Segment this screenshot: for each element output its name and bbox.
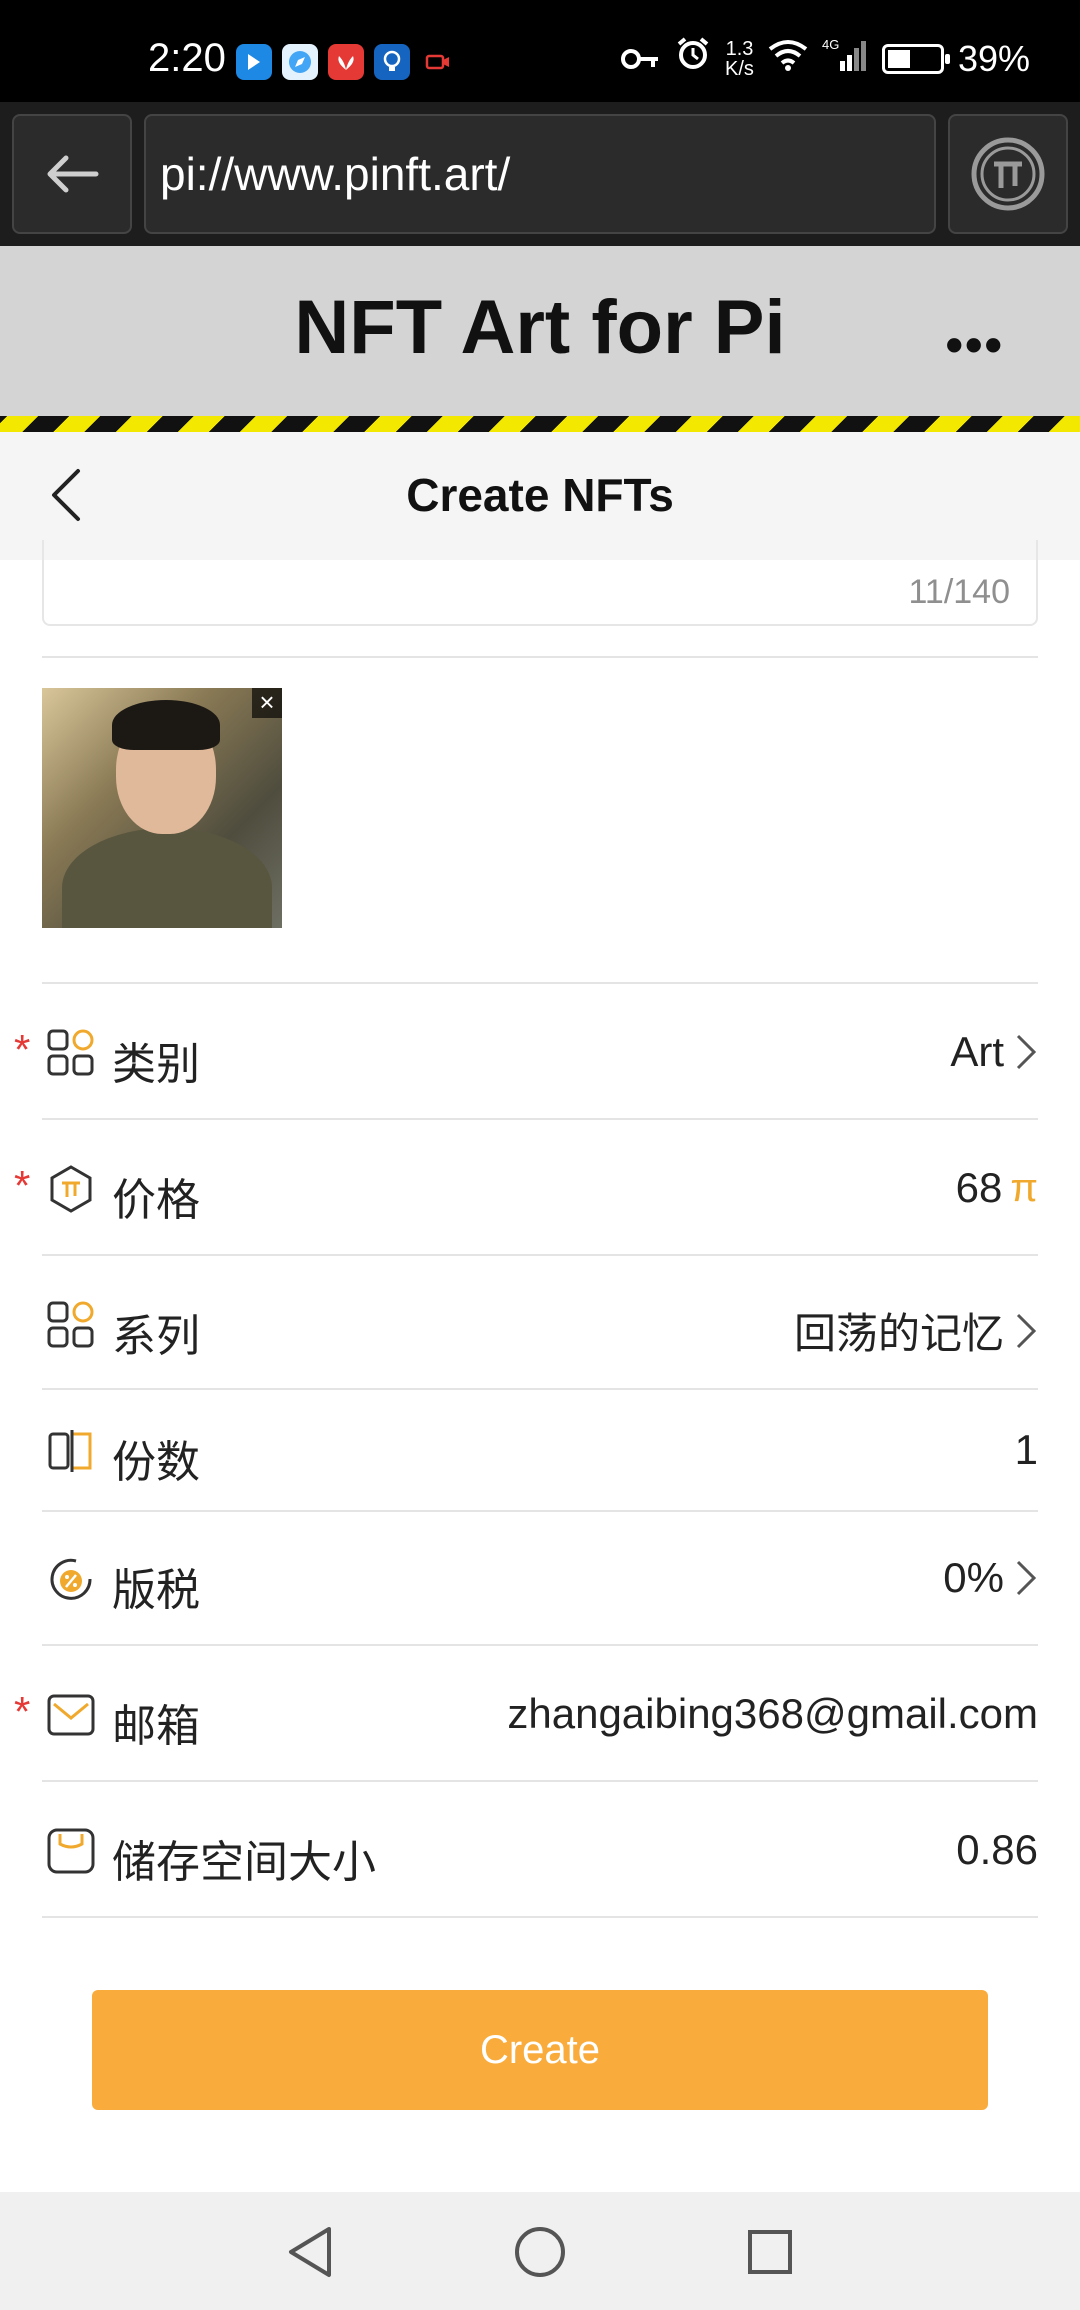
field-storage-size[interactable]: 储存空间大小 0.86 [0, 1782, 1080, 1916]
battery-icon [881, 43, 950, 74]
required-marker: * [14, 1688, 31, 1735]
description-textarea[interactable]: 11/140 [42, 540, 1038, 626]
category-grid-icon [47, 1029, 94, 1076]
net-speed: 1.3 K/s [725, 37, 754, 80]
field-label: 类别 [112, 1040, 200, 1089]
bluetooth-app-icon [236, 44, 272, 80]
arrow-left-icon [47, 155, 99, 193]
browser-bar: pi://www.pinft.art/ [0, 102, 1080, 246]
chevron-right-icon [1016, 1560, 1037, 1596]
field-label: 系列 [112, 1312, 200, 1361]
browser-back-button[interactable] [12, 114, 132, 234]
nav-home-button[interactable] [510, 2222, 570, 2282]
square-recents-icon [748, 2230, 792, 2274]
royalty-percent-icon [50, 1558, 92, 1600]
status-app-icons [236, 44, 456, 80]
field-label: 份数 [112, 1438, 200, 1487]
chevron-right-icon [1016, 1313, 1037, 1348]
email-icon [47, 1694, 95, 1736]
field-category[interactable]: * 类别 Art [0, 984, 1080, 1118]
description-counter: 11/140 [908, 573, 1010, 611]
field-label: 储存空间大小 [112, 1838, 376, 1887]
system-nav-bar [0, 2192, 1080, 2310]
uploaded-image-thumbnail[interactable]: × [42, 688, 282, 928]
field-value: zhangaibing368@gmail.com [507, 1690, 1038, 1737]
pi-browser-button[interactable] [948, 114, 1068, 234]
series-grid-icon [47, 1301, 94, 1348]
circle-home-icon [515, 2227, 565, 2277]
field-label: 版税 [112, 1566, 200, 1615]
remove-image-icon[interactable]: × [252, 688, 282, 718]
pi-logo-icon [971, 137, 1045, 211]
divider [42, 656, 1038, 658]
required-marker: * [14, 1162, 31, 1209]
safari-app-icon [282, 44, 318, 80]
vpn-key-icon [621, 38, 661, 80]
field-copies[interactable]: 份数 1 [0, 1382, 1080, 1516]
svg-text:4G: 4G [822, 37, 839, 52]
status-time: 2:20 [148, 36, 226, 80]
field-price[interactable]: * 价格 68 π [0, 1120, 1080, 1254]
chevron-right-icon [1016, 1034, 1037, 1070]
required-marker: * [14, 1026, 31, 1073]
alarm-icon [675, 36, 711, 81]
nav-back-button[interactable] [280, 2222, 340, 2282]
storage-icon [47, 1828, 95, 1874]
app-header: NFT Art for Pi ••• [0, 246, 1080, 416]
record-app-icon [420, 44, 456, 80]
field-value: 1 [1014, 1426, 1038, 1473]
field-series[interactable]: 系列 回荡的记忆 [0, 1256, 1080, 1390]
field-value: 0% [943, 1554, 1004, 1601]
field-value: 68 [955, 1164, 1003, 1211]
huawei-app-icon [328, 44, 364, 80]
status-right: 1.3 K/s 4G 39% [621, 36, 1030, 81]
field-royalty[interactable]: 版税 0% [0, 1510, 1080, 1644]
field-value: 0.86 [956, 1826, 1038, 1873]
nav-recents-button[interactable] [740, 2222, 800, 2282]
copies-icon [48, 1430, 92, 1472]
triangle-back-icon [289, 2227, 331, 2277]
field-label: 价格 [112, 1176, 200, 1225]
page-title: Create NFTs [406, 469, 674, 521]
status-bar: 2:20 1.3 K/s 4G 39% [0, 0, 1080, 102]
create-button[interactable]: Create [92, 1990, 988, 2110]
more-menu-button[interactable]: ••• [945, 316, 1004, 374]
field-label: 邮箱 [112, 1702, 200, 1751]
field-value: 回荡的记忆 [793, 1310, 1004, 1357]
battery-percent: 39% [957, 37, 1030, 79]
wifi-icon [768, 38, 808, 80]
url-field[interactable]: pi://www.pinft.art/ [144, 114, 936, 234]
create-form: 11/140 × * 类别 Art * 价格 68 π 系列 回荡的记忆 份数 … [0, 540, 1080, 2192]
app-title: NFT Art for Pi [294, 285, 786, 370]
hazard-stripe [0, 416, 1080, 432]
field-value: Art [950, 1028, 1004, 1075]
price-pi-icon [50, 1165, 92, 1213]
field-email[interactable]: * 邮箱 zhangaibing368@gmail.com [0, 1646, 1080, 1780]
divider [42, 1916, 1038, 1918]
bulb-app-icon [374, 44, 410, 80]
pi-currency-symbol: π [1010, 1165, 1038, 1210]
signal-icon: 4G [822, 37, 868, 80]
